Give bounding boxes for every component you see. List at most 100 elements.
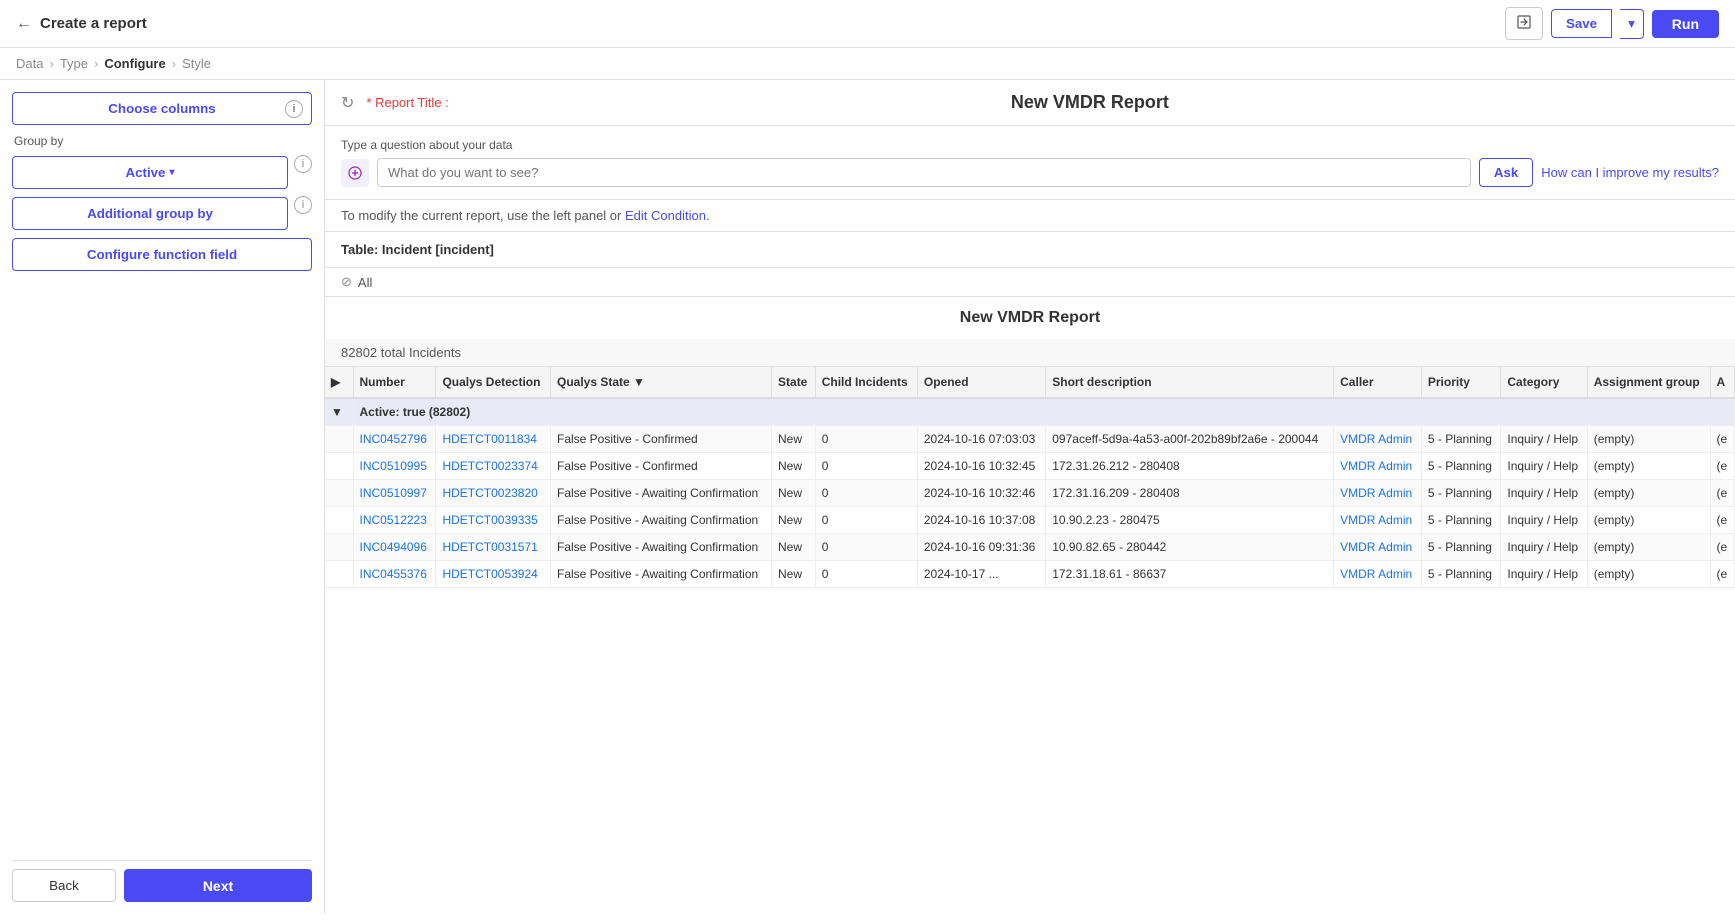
choose-columns-button[interactable]: Choose columns i (12, 92, 312, 125)
cell-extra: (e (1710, 561, 1734, 588)
th-opened[interactable]: Opened (917, 367, 1045, 398)
cell-qualys-state: False Positive - Confirmed (551, 426, 772, 453)
cell-child-incidents: 0 (815, 561, 917, 588)
top-bar-left: ← Create a report (16, 15, 147, 33)
cell-short-description: 172.31.16.209 - 280408 (1046, 480, 1334, 507)
cell-caller[interactable]: VMDR Admin (1334, 453, 1422, 480)
table-container[interactable]: ▶ Number Qualys Detection Qualys State ▼… (325, 367, 1735, 588)
cell-opened: 2024-10-16 10:32:45 (917, 453, 1045, 480)
cell-priority: 5 - Planning (1421, 426, 1500, 453)
th-qualys-detection[interactable]: Qualys Detection (436, 367, 551, 398)
th-state[interactable]: State (772, 367, 816, 398)
active-dropdown-button[interactable]: Active ▾ (12, 156, 288, 189)
filter-row: ⊘ All (325, 268, 1735, 297)
filter-label: All (358, 275, 372, 290)
cell-child-incidents: 0 (815, 480, 917, 507)
run-button[interactable]: Run (1652, 10, 1719, 38)
cell-qualys-detection[interactable]: HDETCT0031571 (436, 534, 551, 561)
next-button[interactable]: Next (124, 869, 312, 902)
cell-category: Inquiry / Help (1501, 426, 1587, 453)
breadcrumb: Data › Type › Configure › Style (0, 48, 1735, 80)
expand-all-icon[interactable]: ▶ (331, 375, 340, 389)
chevron-down-icon: ▾ (169, 167, 174, 178)
th-assignment-group[interactable]: Assignment group (1587, 367, 1710, 398)
back-button[interactable]: Back (12, 869, 116, 902)
cell-qualys-detection[interactable]: HDETCT0023820 (436, 480, 551, 507)
left-panel-bottom: Back Next (12, 860, 312, 902)
cell-assignment-group: (empty) (1587, 561, 1710, 588)
cell-qualys-detection[interactable]: HDETCT0023374 (436, 453, 551, 480)
help-link[interactable]: How can I improve my results? (1541, 165, 1719, 180)
cell-qualys-state: False Positive - Awaiting Confirmation (551, 507, 772, 534)
cell-caller[interactable]: VMDR Admin (1334, 480, 1422, 507)
cell-qualys-state: False Positive - Confirmed (551, 453, 772, 480)
cell-category: Inquiry / Help (1501, 561, 1587, 588)
report-title-center: New VMDR Report (325, 297, 1735, 339)
th-extra[interactable]: A (1710, 367, 1734, 398)
th-caller[interactable]: Caller (1334, 367, 1422, 398)
cell-caller[interactable]: VMDR Admin (1334, 561, 1422, 588)
th-qualys-state[interactable]: Qualys State ▼ (551, 367, 772, 398)
left-panel: Choose columns i Group by Active ▾ i Add… (0, 80, 325, 914)
cell-number[interactable]: INC0494096 (353, 534, 436, 561)
ai-search-input[interactable] (377, 158, 1471, 187)
th-number[interactable]: Number (353, 367, 436, 398)
refresh-icon[interactable]: ↻ (341, 93, 354, 113)
ai-bar-row: Ask How can I improve my results? (341, 158, 1719, 187)
cell-child-incidents: 0 (815, 426, 917, 453)
cell-extra: (e (1710, 453, 1734, 480)
top-bar: ← Create a report Save ▾ Run (0, 0, 1735, 48)
th-category[interactable]: Category (1501, 367, 1587, 398)
export-button[interactable] (1505, 7, 1543, 40)
cell-caller[interactable]: VMDR Admin (1334, 507, 1422, 534)
breadcrumb-data[interactable]: Data (16, 56, 43, 71)
cell-priority: 5 - Planning (1421, 480, 1500, 507)
cell-caller[interactable]: VMDR Admin (1334, 534, 1422, 561)
cell-qualys-state: False Positive - Awaiting Confirmation (551, 534, 772, 561)
group-row-label: Active: true (82802) (353, 398, 1735, 426)
cell-expand (325, 426, 353, 453)
cell-opened: 2024-10-16 09:31:36 (917, 534, 1045, 561)
additional-group-by-button[interactable]: Additional group by (12, 197, 288, 230)
edit-condition-link[interactable]: Edit Condition. (625, 208, 710, 223)
configure-function-button[interactable]: Configure function field (12, 238, 312, 271)
additional-group-info-icon[interactable]: i (294, 196, 312, 214)
cell-qualys-detection[interactable]: HDETCT0053924 (436, 561, 551, 588)
breadcrumb-type[interactable]: Type (60, 56, 88, 71)
save-button[interactable]: Save (1551, 9, 1612, 38)
cell-opened: 2024-10-17 ... (917, 561, 1045, 588)
th-child-incidents[interactable]: Child Incidents (815, 367, 917, 398)
cell-priority: 5 - Planning (1421, 561, 1500, 588)
top-bar-right: Save ▾ Run (1505, 7, 1719, 40)
breadcrumb-style[interactable]: Style (182, 56, 211, 71)
table-row: INC0510995 HDETCT0023374 False Positive … (325, 453, 1735, 480)
cell-caller[interactable]: VMDR Admin (1334, 426, 1422, 453)
ai-bar: Type a question about your data Ask How … (325, 126, 1735, 200)
back-arrow-icon[interactable]: ← (16, 15, 32, 33)
collapse-icon[interactable]: ▼ (331, 405, 343, 419)
cell-assignment-group: (empty) (1587, 507, 1710, 534)
save-dropdown-button[interactable]: ▾ (1620, 9, 1644, 39)
cell-number[interactable]: INC0455376 (353, 561, 436, 588)
cell-state: New (772, 480, 816, 507)
ai-icon (341, 159, 369, 187)
report-title-value: New VMDR Report (461, 92, 1719, 113)
active-info-icon[interactable]: i (294, 155, 312, 173)
th-expand[interactable]: ▶ (325, 367, 353, 398)
th-priority[interactable]: Priority (1421, 367, 1500, 398)
cell-state: New (772, 426, 816, 453)
cell-qualys-detection[interactable]: HDETCT0039335 (436, 507, 551, 534)
cell-number[interactable]: INC0452796 (353, 426, 436, 453)
cell-number[interactable]: INC0510995 (353, 453, 436, 480)
cell-qualys-detection[interactable]: HDETCT0011834 (436, 426, 551, 453)
ask-button[interactable]: Ask (1479, 158, 1533, 187)
table-row: INC0512223 HDETCT0039335 False Positive … (325, 507, 1735, 534)
choose-columns-info-icon[interactable]: i (285, 100, 303, 118)
cell-opened: 2024-10-16 07:03:03 (917, 426, 1045, 453)
cell-number[interactable]: INC0512223 (353, 507, 436, 534)
cell-number[interactable]: INC0510997 (353, 480, 436, 507)
cell-state: New (772, 561, 816, 588)
th-short-description[interactable]: Short description (1046, 367, 1334, 398)
breadcrumb-configure[interactable]: Configure (104, 56, 165, 71)
report-header: ↻ * Report Title : New VMDR Report (325, 80, 1735, 126)
